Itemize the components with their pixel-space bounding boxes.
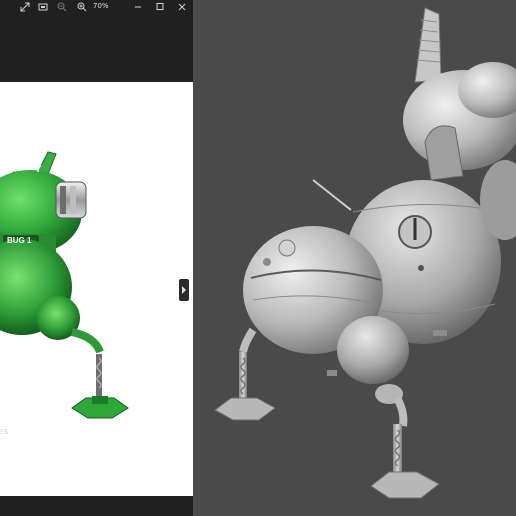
fit-icon[interactable] (37, 1, 49, 13)
next-image-button[interactable] (179, 279, 189, 301)
zoom-in-icon[interactable] (76, 1, 88, 13)
grey-ship-model (214, 7, 516, 499)
minimize-icon[interactable] (132, 1, 144, 13)
hull-label: BUG 1 (7, 236, 32, 245)
watermark-text: es (0, 427, 9, 437)
zoom-out-icon[interactable] (56, 1, 68, 13)
viewer-footer (0, 496, 193, 516)
image-viewer-pane: 70% BUG 1 7 es (0, 0, 193, 516)
viewer-toolbar: 70% (0, 0, 193, 16)
photo-green-ship: BUG 1 7 es (0, 82, 193, 496)
green-ship-illustration (0, 151, 129, 419)
render-viewport (193, 0, 516, 516)
viewer-header-area (0, 16, 193, 82)
close-icon[interactable] (176, 1, 188, 13)
chevron-right-icon (182, 286, 186, 294)
maximize-icon[interactable] (154, 1, 166, 13)
zoom-level: 70% (93, 2, 109, 10)
expand-icon[interactable] (19, 1, 31, 13)
fin-number: 7 (36, 164, 42, 175)
